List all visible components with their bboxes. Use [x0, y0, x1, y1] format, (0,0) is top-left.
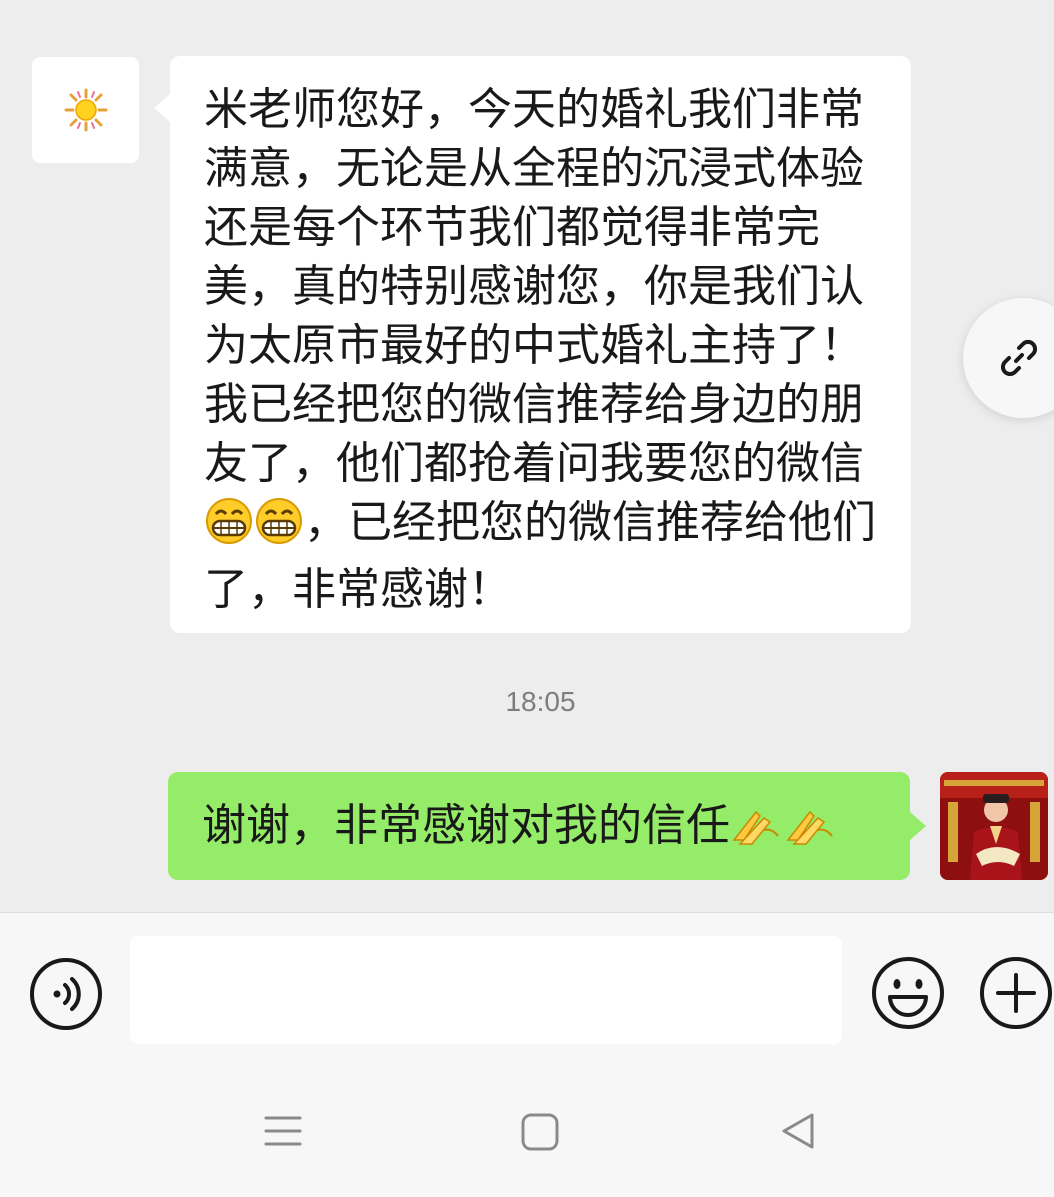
link-button[interactable]: [963, 298, 1054, 418]
profile-photo-icon: [940, 772, 1048, 880]
plus-icon: [980, 957, 1052, 1029]
home-button[interactable]: [520, 1112, 560, 1152]
message-timestamp: 18:05: [505, 686, 576, 717]
link-icon: [1000, 339, 1038, 377]
incoming-message-text: 米老师您好，今天的婚礼我们非常满意，无论是从全程的沉浸式体验还是每个环节我们都觉…: [204, 84, 864, 489]
more-button[interactable]: [978, 955, 1054, 1031]
grinning-face-emoji-icon: [204, 497, 254, 560]
my-avatar[interactable]: [940, 772, 1048, 880]
back-button[interactable]: [778, 1110, 818, 1152]
contact-avatar[interactable]: [32, 57, 139, 163]
input-bar: [0, 912, 1054, 1062]
chat-area: 米老师您好，今天的婚礼我们非常满意，无论是从全程的沉浸式体验还是每个环节我们都觉…: [0, 0, 1054, 912]
voice-button[interactable]: [29, 957, 103, 1031]
incoming-message-text-continued: ，已经把您的微信推荐给他们了，非常感谢！: [204, 497, 876, 615]
sun-icon: [64, 88, 107, 132]
menu-icon: [264, 1116, 302, 1146]
message-input[interactable]: [130, 936, 842, 1044]
voice-icon: [30, 958, 102, 1030]
outgoing-message-bubble[interactable]: 谢谢，非常感谢对我的信任: [168, 772, 926, 880]
system-nav-bar: [0, 1062, 1054, 1197]
folded-hands-emoji-icon: [784, 800, 838, 863]
back-icon: [782, 1113, 814, 1149]
incoming-message-bubble[interactable]: 米老师您好，今天的婚礼我们非常满意，无论是从全程的沉浸式体验还是每个环节我们都觉…: [154, 56, 911, 633]
folded-hands-emoji-icon: [730, 800, 784, 863]
home-icon: [521, 1113, 559, 1151]
outgoing-message-text: 谢谢，非常感谢对我的信任: [202, 800, 730, 851]
recent-apps-button[interactable]: [262, 1110, 304, 1152]
grinning-face-emoji-icon: [254, 497, 304, 560]
smiley-icon: [872, 957, 944, 1029]
emoji-button[interactable]: [870, 955, 946, 1031]
